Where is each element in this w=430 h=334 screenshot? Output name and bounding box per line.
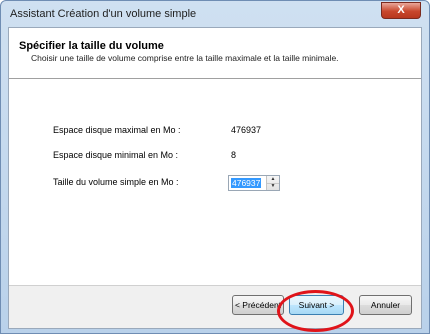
volume-size-label: Taille du volume simple en Mo :	[53, 177, 179, 187]
highlight-circle-annotation	[277, 290, 354, 332]
max-space-value: 476937	[231, 125, 262, 135]
max-space-label: Espace disque maximal en Mo :	[53, 125, 181, 135]
page-title: Spécifier la taille du volume	[19, 40, 164, 52]
min-space-label: Espace disque minimal en Mo :	[53, 150, 179, 160]
arrow-up-icon: ▲	[270, 176, 276, 182]
close-icon: X	[397, 4, 405, 16]
wizard-window: Assistant Création d'un volume simple X …	[0, 0, 430, 334]
page-subtitle: Choisir une taille de volume comprise en…	[31, 53, 339, 63]
cancel-button[interactable]: Annuler	[359, 295, 412, 315]
spin-buttons: ▲ ▼	[266, 176, 279, 190]
wizard-header: Spécifier la taille du volume Choisir un…	[9, 28, 421, 79]
title-bar[interactable]: Assistant Création d'un volume simple X	[1, 1, 429, 27]
min-space-value: 8	[231, 150, 237, 160]
arrow-down-icon: ▼	[270, 183, 276, 189]
wizard-content: Espace disque maximal en Mo : 476937 Esp…	[9, 79, 421, 286]
wizard-client-area: Spécifier la taille du volume Choisir un…	[8, 27, 422, 329]
spin-down-button[interactable]: ▼	[267, 183, 279, 190]
volume-size-spinbox[interactable]: 476937 ▲ ▼	[228, 175, 280, 191]
volume-size-input[interactable]: 476937	[231, 178, 262, 188]
close-button[interactable]: X	[381, 2, 421, 19]
window-title: Assistant Création d'un volume simple	[10, 8, 197, 20]
